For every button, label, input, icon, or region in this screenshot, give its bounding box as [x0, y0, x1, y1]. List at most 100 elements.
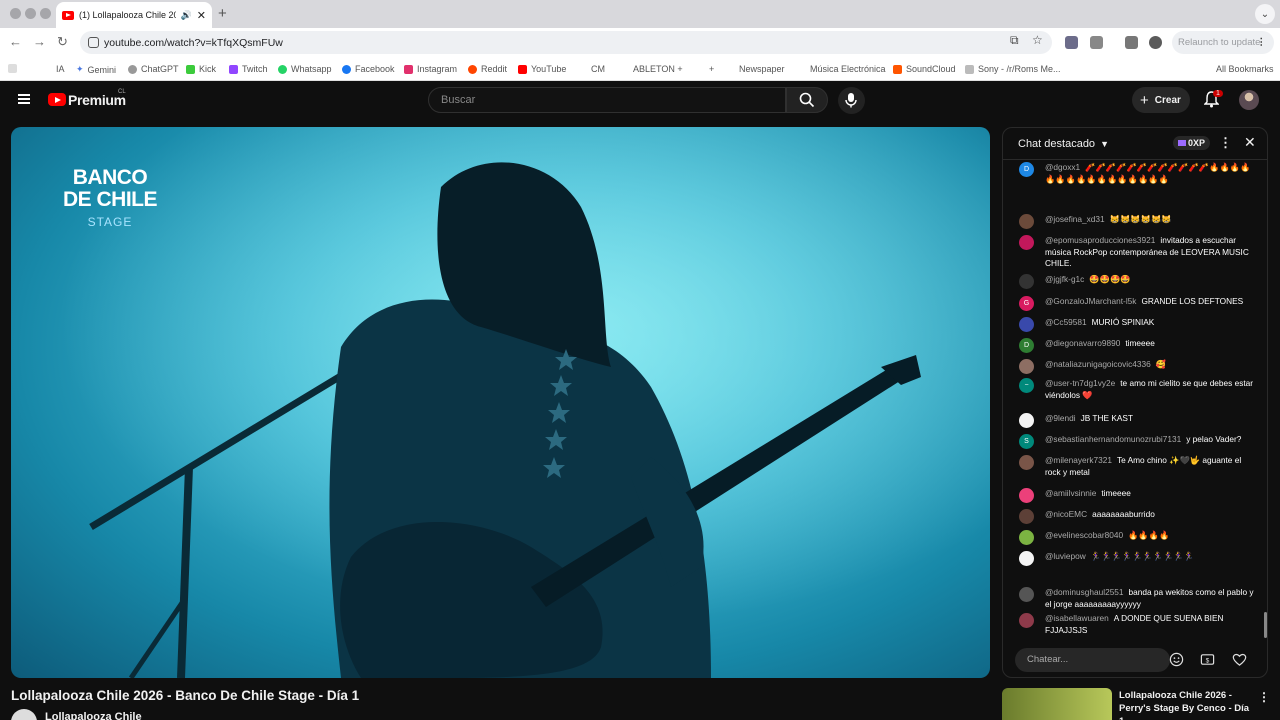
- chat-author-avatar[interactable]: D: [1019, 162, 1034, 177]
- chat-author-avatar[interactable]: [1019, 413, 1034, 428]
- chat-close-icon[interactable]: ✕: [1244, 134, 1256, 151]
- related-video-title[interactable]: Lollapalooza Chile 2026 - Perry's Stage …: [1119, 689, 1254, 720]
- chat-author-avatar[interactable]: [1019, 530, 1034, 545]
- media-controls-icon[interactable]: [1125, 36, 1138, 49]
- chat-message[interactable]: @josefina_xd31 😸😸😸😸😸😸: [1019, 214, 1259, 229]
- bookmark-newspaper[interactable]: Newspaper: [726, 64, 785, 74]
- user-avatar[interactable]: [1239, 90, 1259, 110]
- bookmark-chatgpt[interactable]: ChatGPT: [128, 64, 179, 74]
- chat-author[interactable]: @diegonavarro9890: [1045, 338, 1120, 348]
- youtube-logo-icon[interactable]: [48, 93, 66, 106]
- chat-author-avatar[interactable]: D: [1019, 338, 1034, 353]
- create-button[interactable]: + Crear: [1132, 87, 1190, 113]
- browser-menu-icon[interactable]: ⋮: [1257, 37, 1267, 48]
- forward-arrow-icon[interactable]: →: [33, 34, 46, 49]
- chat-message[interactable]: @9lendi JB THE KAST: [1019, 413, 1259, 428]
- bookmark-whatsapp[interactable]: Whatsapp: [278, 64, 332, 74]
- chat-message[interactable]: @evelinescobar8040 🔥🔥🔥🔥: [1019, 530, 1259, 545]
- bookmark-cm[interactable]: CM: [578, 64, 605, 74]
- channel-avatar[interactable]: [11, 709, 37, 720]
- chat-message[interactable]: G @GonzaloJMarchant-l5k GRANDE LOS DEFTON…: [1019, 296, 1259, 311]
- tab-close-icon[interactable]: ✕: [197, 9, 206, 22]
- bookmark-musica-electronica[interactable]: Música Electrónica: [797, 64, 886, 74]
- bookmark-plus[interactable]: +: [696, 64, 714, 74]
- chat-author-avatar[interactable]: [1019, 613, 1034, 628]
- chat-message[interactable]: @milenayerk7321 Te Amo chino ✨🖤🤟 aguante …: [1019, 455, 1259, 478]
- window-maximize-control[interactable]: [40, 8, 51, 19]
- super-chat-icon[interactable]: $: [1200, 652, 1215, 667]
- chat-author-avatar[interactable]: [1019, 274, 1034, 289]
- relaunch-to-update-button[interactable]: Relaunch to update ⋮: [1172, 31, 1274, 54]
- bookmark-ableton[interactable]: ABLETON +: [620, 64, 683, 74]
- chat-message[interactable]: @nataliazunigagoicovic4336 🥰: [1019, 359, 1259, 374]
- chat-author-avatar[interactable]: [1019, 509, 1034, 524]
- chat-author-avatar[interactable]: [1019, 214, 1034, 229]
- bookmark-gemini[interactable]: ✦ Gemini: [76, 64, 116, 75]
- chat-author[interactable]: @Cc59581: [1045, 317, 1087, 327]
- chat-author-avatar[interactable]: G: [1019, 296, 1034, 311]
- chat-author[interactable]: @epomusaproducciones3921: [1045, 235, 1155, 245]
- heart-icon[interactable]: [1232, 652, 1247, 667]
- chat-message[interactable]: @amiilvsinnie timeeee: [1019, 488, 1259, 503]
- all-bookmarks[interactable]: All Bookmarks: [1216, 64, 1274, 74]
- profile-avatar-icon[interactable]: [1149, 36, 1162, 49]
- bookmark-reddit[interactable]: Reddit: [468, 64, 507, 74]
- chat-scrollbar[interactable]: [1264, 612, 1267, 638]
- chat-more-icon[interactable]: ⋮: [1219, 135, 1232, 151]
- chat-author[interactable]: @milenayerk7321: [1045, 455, 1112, 465]
- bookmark-twitch[interactable]: Twitch: [229, 64, 268, 74]
- bookmark-kick[interactable]: Kick: [186, 64, 216, 74]
- reload-icon[interactable]: ↻: [57, 34, 68, 50]
- bookmark-facebook[interactable]: Facebook: [342, 64, 395, 74]
- bookmark-sony[interactable]: Sony - /r/Roms Me...: [965, 64, 1061, 74]
- bookmark-youtube[interactable]: YouTube: [518, 64, 566, 74]
- chat-message[interactable]: S @sebastianhernandomunozrubi7131 y pelao…: [1019, 434, 1259, 449]
- chat-author[interactable]: @amiilvsinnie: [1045, 488, 1096, 498]
- chat-mode-dropdown[interactable]: Chat destacado ▼: [1018, 138, 1109, 150]
- chat-message[interactable]: @Cc59581 MURIÓ SPINIAK: [1019, 317, 1259, 332]
- related-more-icon[interactable]: ⋮: [1258, 690, 1270, 704]
- chat-message[interactable]: D @dgoxx1 🧨🧨🧨🧨🧨🧨🧨🧨🧨🧨🧨🧨🔥🔥🔥🔥🔥🔥🔥🔥🔥🔥🔥🔥🔥🔥🔥🔥: [1019, 162, 1259, 185]
- chat-author-avatar[interactable]: [1019, 551, 1034, 566]
- speaker-icon[interactable]: 🔊: [181, 10, 192, 21]
- site-info-icon[interactable]: [88, 37, 99, 48]
- chat-author[interactable]: @josefina_xd31: [1045, 214, 1105, 224]
- address-bar[interactable]: youtube.com/watch?v=kTfqXQsmFUw: [80, 31, 1052, 54]
- bookmark-star-icon[interactable]: ☆: [1032, 33, 1043, 47]
- chat-author[interactable]: @dgoxx1: [1045, 162, 1080, 172]
- search-input[interactable]: Buscar: [428, 87, 786, 113]
- chat-author-avatar[interactable]: [1019, 235, 1034, 250]
- browser-tab-active[interactable]: (1) Lollapalooza Chile 2026 🔊 ✕: [56, 2, 212, 28]
- chat-author[interactable]: @dominusghaul2551: [1045, 587, 1124, 597]
- extensions-puzzle-icon[interactable]: [1090, 36, 1103, 49]
- bookmark-ia[interactable]: IA: [56, 64, 65, 74]
- extension-icon[interactable]: [1065, 36, 1078, 49]
- chat-author[interactable]: @user-tn7dg1vy2e: [1045, 378, 1115, 388]
- tab-search-chevron-icon[interactable]: ⌄: [1255, 4, 1275, 24]
- chat-author-avatar[interactable]: S: [1019, 434, 1034, 449]
- chat-author[interactable]: @nataliazunigagoicovic4336: [1045, 359, 1151, 369]
- video-player[interactable]: BANCO DE CHILE STAGE: [11, 127, 990, 678]
- voice-search-button[interactable]: [838, 87, 865, 114]
- chat-author-avatar[interactable]: −: [1019, 378, 1034, 393]
- chat-author-avatar[interactable]: [1019, 317, 1034, 332]
- back-arrow-icon[interactable]: ←: [9, 34, 22, 49]
- apps-grid-icon[interactable]: [8, 64, 17, 73]
- chat-author-avatar[interactable]: [1019, 359, 1034, 374]
- emoji-icon[interactable]: [1169, 652, 1184, 667]
- chat-author[interactable]: @evelinescobar8040: [1045, 530, 1123, 540]
- chat-message[interactable]: @epomusaproducciones3921 invitados a escu…: [1019, 235, 1259, 270]
- chat-author[interactable]: @GonzaloJMarchant-l5k: [1045, 296, 1136, 306]
- chat-author[interactable]: @9lendi: [1045, 413, 1076, 423]
- chat-message[interactable]: @luviepow 🏃‍♀️🏃‍♀️🏃‍♀️🏃‍♀️🏃‍♀️🏃‍♀️🏃‍♀️🏃‍♀…: [1019, 551, 1259, 566]
- chat-message[interactable]: @jgjfk-g1c 🤩🤩🤩🤩: [1019, 274, 1259, 289]
- chat-message[interactable]: D @diegonavarro9890 timeeee: [1019, 338, 1259, 353]
- channel-name[interactable]: Lollapalooza Chile: [45, 711, 142, 720]
- chat-message[interactable]: @dominusghaul2551 banda pa wekitos como e…: [1019, 587, 1259, 610]
- related-video-thumbnail[interactable]: [1002, 688, 1112, 720]
- new-tab-button[interactable]: +: [218, 5, 227, 22]
- chat-author-avatar[interactable]: [1019, 488, 1034, 503]
- bookmark-soundcloud[interactable]: SoundCloud: [893, 64, 956, 74]
- chat-message[interactable]: @isabellawuaren A DONDE QUE SUENA BIEN FJ…: [1019, 613, 1259, 636]
- chat-input[interactable]: Chatear...: [1015, 648, 1170, 672]
